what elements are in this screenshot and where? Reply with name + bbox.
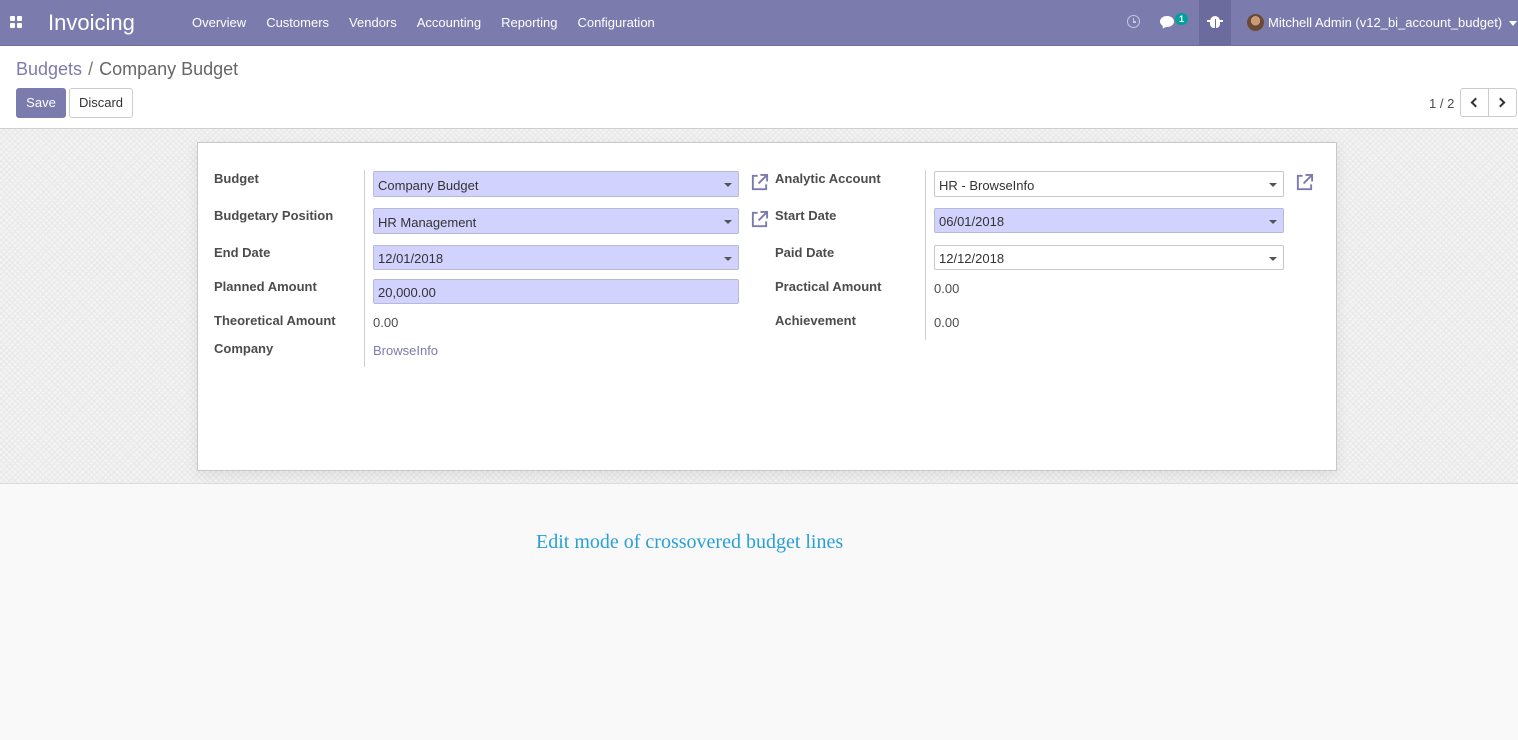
paid-date-value: 12/12/2018 [939,251,1005,266]
debug-menu-button[interactable] [1199,0,1231,46]
start-date-label: Start Date [775,208,837,223]
menu-item-accounting[interactable]: Accounting [407,0,491,46]
control-panel: Budgets / Company Budget Save Discard 1 … [0,46,1518,129]
avatar[interactable] [1247,14,1264,31]
pager-previous-button[interactable] [1460,88,1489,117]
achievement-label: Achievement [775,313,856,328]
dropdown-caret-icon [724,220,732,224]
end-date-value: 12/01/2018 [378,251,444,266]
paid-date-label: Paid Date [775,245,835,260]
menu-item-vendors[interactable]: Vendors [339,0,407,46]
breadcrumb-separator: / [88,59,94,79]
budgetary-position-label: Budgetary Position [214,208,334,223]
bug-icon [1207,16,1223,28]
end-date-label: End Date [214,245,271,260]
budget-select[interactable]: Company Budget [373,171,739,197]
top-navbar: Invoicing Overview Customers Vendors Acc… [0,0,1518,46]
dropdown-caret-icon [1269,220,1277,224]
company-label: Company [214,341,274,356]
dropdown-caret-icon [724,183,732,187]
chat-badge: 1 [1175,13,1188,25]
planned-amount-label: Planned Amount [214,279,317,294]
main-menu: Overview Customers Vendors Accounting Re… [182,0,665,46]
budgetary-position-select[interactable]: HR Management [373,208,739,234]
pager-next-button[interactable] [1488,88,1517,117]
save-button[interactable]: Save [16,88,66,118]
activity-clock-icon[interactable] [1127,15,1140,28]
dropdown-caret-icon [1269,257,1277,261]
budget-label: Budget [214,171,259,186]
practical-amount-value: 0.00 [934,281,960,296]
caret-down-icon[interactable] [1509,21,1517,26]
dropdown-caret-icon [1269,183,1277,187]
external-link-icon[interactable] [1295,173,1314,192]
dropdown-caret-icon [724,257,732,261]
theoretical-amount-label: Theoretical Amount [214,313,336,328]
analytic-account-select[interactable]: HR - BrowseInfo [934,171,1284,197]
practical-amount-label: Practical Amount [775,279,882,294]
start-date-picker[interactable]: 06/01/2018 [934,208,1284,233]
form-sheet: Budget Company Budget Budgetary Position… [197,142,1337,471]
chevron-right-icon [1495,97,1506,108]
budgetary-position-value: HR Management [378,215,477,230]
start-date-value: 06/01/2018 [939,214,1005,229]
external-link-icon[interactable] [750,210,769,229]
discard-button[interactable]: Discard [69,88,133,118]
pager-value[interactable]: 1 / 2 [1429,96,1454,111]
planned-amount-input[interactable]: 20,000.00 [373,279,739,304]
app-title[interactable]: Invoicing [48,10,135,36]
breadcrumb-current: Company Budget [99,59,239,79]
menu-item-customers[interactable]: Customers [256,0,339,46]
chevron-left-icon [1470,97,1481,108]
breadcrumb: Budgets / Company Budget [16,59,238,80]
breadcrumb-budgets[interactable]: Budgets [16,59,82,80]
chat-icon[interactable] [1160,16,1174,27]
external-link-icon[interactable] [750,173,769,192]
analytic-account-label: Analytic Account [775,171,881,186]
achievement-value: 0.00 [934,315,960,330]
right-group-divider [925,170,926,340]
paid-date-picker[interactable]: 12/12/2018 [934,245,1284,270]
left-group-divider [364,170,365,367]
company-link[interactable]: BrowseInfo [373,343,438,358]
menu-item-reporting[interactable]: Reporting [491,0,567,46]
menu-item-overview[interactable]: Overview [182,0,256,46]
theoretical-amount-value: 0.00 [373,315,399,330]
budget-value: Company Budget [378,178,479,193]
analytic-account-value: HR - BrowseInfo [939,178,1035,193]
apps-menu-icon[interactable] [10,16,22,28]
end-date-picker[interactable]: 12/01/2018 [373,245,739,270]
user-menu[interactable]: Mitchell Admin (v12_bi_account_budget) [1268,0,1502,46]
menu-item-configuration[interactable]: Configuration [567,0,664,46]
screenshot-caption: Edit mode of crossovered budget lines [536,531,844,553]
